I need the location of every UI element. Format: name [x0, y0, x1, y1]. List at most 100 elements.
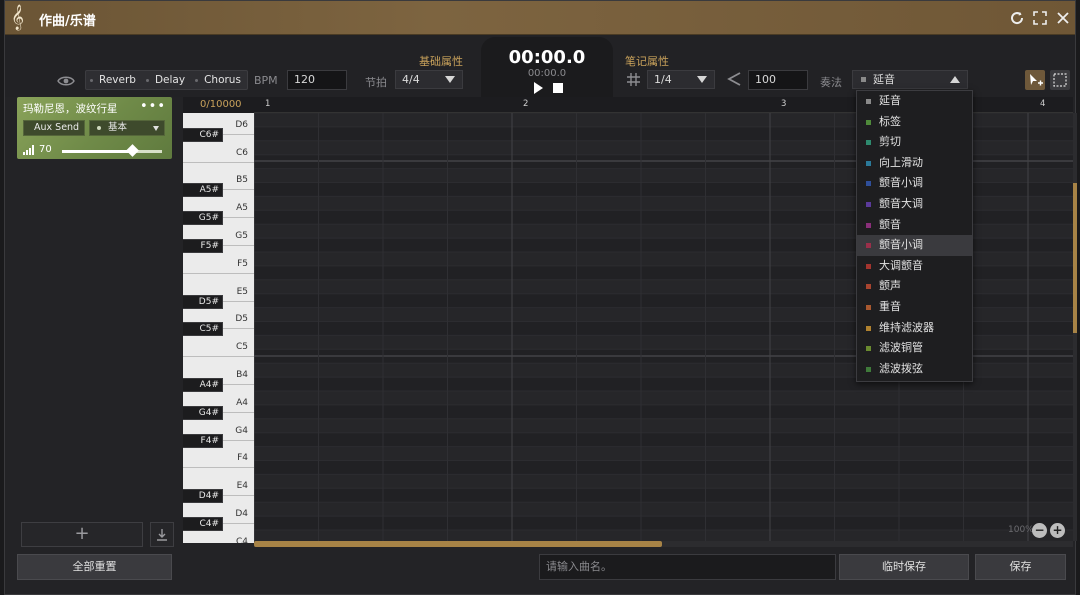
effect-reverb-button[interactable]: Reverb — [86, 71, 142, 89]
piano-key-black[interactable]: F5# — [183, 239, 223, 253]
piano-key-black[interactable]: D5# — [183, 294, 223, 309]
effect-label: Chorus — [204, 74, 241, 86]
dropdown-item[interactable]: 颤音 — [857, 215, 972, 236]
zoom-out-button[interactable]: − — [1032, 523, 1047, 538]
bpm-label: BPM — [254, 74, 278, 87]
ruler-mark: 4 — [1040, 99, 1046, 109]
dropdown-item[interactable]: 滤波拨弦 — [857, 359, 972, 380]
effect-delay-button[interactable]: Delay — [142, 71, 191, 89]
technique-color-swatch — [866, 325, 871, 331]
eye-icon[interactable] — [57, 73, 75, 89]
fullscreen-icon[interactable] — [1031, 9, 1049, 27]
zoom-in-button[interactable]: + — [1050, 523, 1065, 538]
technique-color-swatch — [866, 160, 871, 166]
piano-key-black[interactable]: D4# — [183, 489, 223, 504]
velocity-input[interactable]: 100 — [748, 70, 808, 90]
piano-key-black[interactable]: C5# — [183, 322, 223, 337]
composer-window: 𝄞 作曲/乐谱 Reverb Delay Chorus 基础属性 BPM 120… — [4, 0, 1077, 595]
effect-chorus-button[interactable]: Chorus — [191, 71, 247, 89]
piano-key-black[interactable]: C6# — [183, 127, 223, 142]
piano-key-label: F4 — [237, 453, 248, 464]
technique-color-swatch — [866, 263, 871, 269]
more-icon[interactable]: ••• — [140, 99, 166, 114]
dropdown-item[interactable]: 颤声 — [857, 276, 972, 297]
chevron-down-icon — [153, 126, 159, 131]
technique-color-swatch — [866, 222, 871, 228]
piano-keyboard: D6 C6 B5 A5 G5 F5 E5 D5 C5 B4 A4 G4 F4 E4 D4 C4 C6# A5# G5… — [183, 97, 254, 543]
technique-color-swatch — [866, 304, 871, 310]
reset-all-button[interactable]: 全部重置 — [17, 554, 172, 580]
temp-save-button[interactable]: 临时保存 — [839, 554, 969, 580]
dropdown-item[interactable]: 剪切 — [857, 132, 972, 153]
effect-indicator — [195, 78, 199, 82]
effect-indicator — [90, 78, 93, 82]
select-cursor-icon[interactable] — [1025, 70, 1045, 90]
song-name-input[interactable]: 请输入曲名。 — [539, 554, 836, 580]
scrollbar-thumb[interactable] — [1073, 183, 1077, 333]
dropdown-item[interactable]: 维持滤波器 — [857, 318, 972, 339]
meter-select[interactable]: 4/4 — [395, 70, 463, 89]
piano-key-label: D5 — [235, 314, 248, 325]
meter-label: 节拍 — [365, 76, 387, 89]
piano-key-label: F5 — [237, 258, 248, 269]
dropdown-item-label: 重音 — [879, 299, 901, 313]
marquee-icon[interactable] — [1050, 70, 1070, 90]
import-icon[interactable] — [150, 522, 174, 547]
volume-slider-fill — [62, 150, 132, 153]
technique-label: 奏法 — [820, 76, 842, 89]
time-display: 00:00.0 — [508, 47, 586, 68]
dropdown-item[interactable]: 标签 — [857, 112, 972, 133]
technique-value: 延音 — [873, 73, 895, 86]
save-button[interactable]: 保存 — [975, 554, 1066, 580]
volume-slider-handle[interactable] — [126, 144, 139, 157]
dropdown-item-label: 颤声 — [879, 279, 901, 293]
technique-color-swatch — [866, 99, 871, 104]
preset-value: 基本 — [108, 122, 128, 133]
grid-snap-select[interactable]: 1/4 — [647, 70, 715, 89]
dropdown-item-label: 剪切 — [879, 135, 901, 149]
volume-slider[interactable] — [62, 144, 162, 157]
dropdown-item-label: 滤波铜管 — [879, 341, 923, 355]
meter-value: 4/4 — [402, 73, 420, 86]
piano-key-label: D4 — [235, 508, 248, 519]
dropdown-item[interactable]: 延音 — [857, 91, 972, 112]
bpm-input[interactable]: 120 — [287, 70, 347, 90]
piano-key-black[interactable]: A4# — [183, 378, 223, 392]
transport-panel: 00:00.0 00:00.0 — [481, 37, 613, 99]
title-bar: 𝄞 作曲/乐谱 — [5, 1, 1075, 35]
piano-key-black[interactable]: A5# — [183, 183, 223, 198]
piano-key-black[interactable]: G4# — [183, 405, 223, 420]
technique-color-swatch — [866, 346, 871, 352]
horizontal-scrollbar[interactable] — [254, 541, 1073, 547]
technique-color-swatch — [866, 284, 871, 290]
dropdown-item[interactable]: 滤波铜管 — [857, 338, 972, 359]
piano-key-black[interactable]: F4# — [183, 433, 223, 448]
piano-key-black[interactable]: C4# — [183, 517, 223, 531]
piano-key-label: C5 — [235, 342, 248, 353]
technique-color-swatch — [866, 119, 871, 125]
dropdown-item[interactable]: 颤音小调 — [857, 173, 972, 194]
add-track-button[interactable]: + — [21, 522, 143, 547]
refresh-icon[interactable] — [1008, 9, 1026, 27]
dropdown-item[interactable]: 向上滑动 — [857, 153, 972, 174]
preset-select[interactable]: 基本 — [89, 120, 165, 136]
technique-color-swatch — [866, 243, 871, 249]
volume-value: 70 — [39, 144, 52, 155]
technique-select[interactable]: 延音 — [852, 70, 968, 89]
piano-key-black[interactable]: G5# — [183, 211, 223, 226]
dropdown-item[interactable]: 颤音大调 — [857, 194, 972, 215]
technique-swatch — [861, 77, 866, 82]
dropdown-item[interactable]: 大调颤音 — [857, 256, 972, 277]
piano-key-label: A4 — [236, 397, 248, 408]
dropdown-item[interactable]: 重音 — [857, 297, 972, 318]
vertical-scrollbar[interactable] — [1073, 113, 1077, 541]
scrollbar-thumb[interactable] — [254, 541, 662, 547]
aux-send-button[interactable]: Aux Send — [23, 120, 85, 136]
stop-icon[interactable] — [553, 83, 563, 93]
track-card[interactable]: 玛勒尼恩，波纹行星 ••• Aux Send 基本 70 — [17, 97, 172, 159]
close-icon[interactable] — [1054, 9, 1072, 27]
play-icon[interactable] — [534, 82, 543, 94]
dropdown-item[interactable]: 颤音小调 — [857, 235, 972, 256]
note-properties-header: 笔记属性 — [625, 55, 669, 68]
piano-key-label: E4 — [236, 481, 248, 492]
